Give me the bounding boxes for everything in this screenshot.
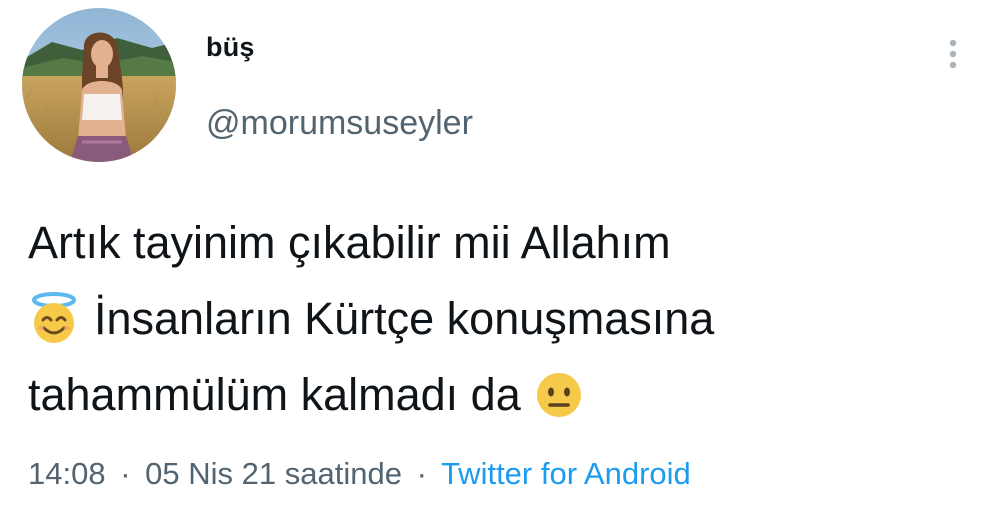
more-vertical-icon[interactable]: [938, 34, 968, 74]
tweet-time[interactable]: 14:08: [28, 456, 106, 491]
tweet-text: Artık tayinim çıkabilir mii Allahım İnsa…: [28, 205, 978, 433]
user-handle[interactable]: @morumsuseyler: [206, 104, 473, 143]
meta-separator: ·: [416, 456, 427, 491]
tweet-line-1: Artık tayinim çıkabilir mii Allahım: [28, 217, 671, 268]
tweet-source-link[interactable]: Twitter for Android: [441, 456, 691, 491]
tweet-line-3: tahammülüm kalmadı da: [28, 357, 978, 433]
tweet-line-2: İnsanların Kürtçe konuşmasına: [28, 281, 978, 357]
display-name[interactable]: büş: [206, 32, 255, 63]
tweet-line-3-text: tahammülüm kalmadı da: [28, 369, 521, 420]
avatar[interactable]: [22, 8, 176, 162]
tweet-date[interactable]: 05 Nis 21 saatinde: [145, 456, 402, 491]
neutral-face-icon: [533, 367, 585, 419]
tweet-line-2-text: İnsanların Kürtçe konuşmasına: [94, 293, 715, 344]
tweet-meta: 14:08 · 05 Nis 21 saatinde · Twitter for…: [28, 456, 691, 492]
meta-separator: ·: [120, 456, 131, 491]
tweet-card: büş @morumsuseyler Artık tayinim çıkabil…: [0, 0, 985, 512]
smiling-face-with-halo-icon: [28, 291, 80, 343]
